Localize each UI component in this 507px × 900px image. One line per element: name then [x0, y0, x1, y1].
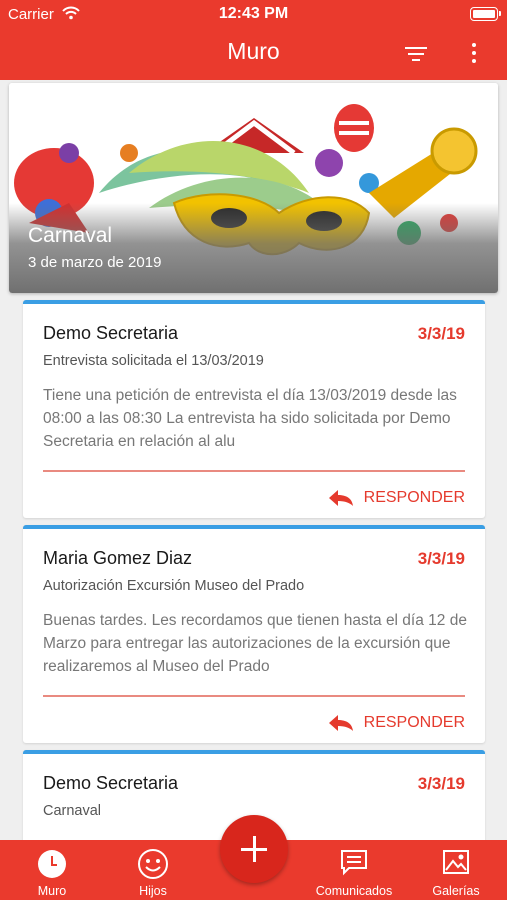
banner-date: 3 de marzo de 2019 [28, 254, 162, 271]
reply-button[interactable]: RESPONDER [328, 487, 465, 509]
card-date: 3/3/19 [417, 774, 465, 793]
tab-label: Hijos [139, 884, 167, 898]
reply-label: RESPONDER [363, 489, 465, 506]
reply-icon [328, 490, 353, 506]
tab-label: Muro [37, 884, 67, 898]
tab-galerias[interactable]: Galerías [418, 840, 494, 900]
tab-comunicados[interactable]: Comunicados [304, 840, 404, 900]
event-banner[interactable]: Carnaval 3 de marzo de 2019 [9, 83, 498, 293]
tab-label: Comunicados [315, 884, 393, 898]
message-card[interactable]: Demo Secretaria 3/3/19 Entrevista solici… [23, 300, 485, 518]
card-date: 3/3/19 [417, 324, 465, 343]
more-options-button[interactable] [462, 40, 486, 70]
card-divider [43, 470, 465, 472]
reply-button[interactable]: RESPONDER [328, 712, 465, 734]
message-card[interactable]: Maria Gomez Diaz 3/3/19 Autorización Exc… [23, 525, 485, 743]
tab-label: Galerías [432, 884, 480, 898]
card-body: Buenas tardes. Les recordamos que tienen… [43, 612, 467, 675]
clock-icon [38, 850, 66, 878]
card-subject: Entrevista solicitada el 13/03/2019 [43, 353, 264, 369]
card-sender: Maria Gomez Diaz [43, 548, 193, 568]
filter-button[interactable] [400, 40, 432, 70]
card-subject: Carnaval [43, 803, 102, 819]
chat-icon [341, 850, 367, 876]
banner-overlay [9, 203, 498, 293]
card-body: Tiene una petición de entrevista el día … [43, 387, 457, 450]
card-subject: Autorización Excursión Museo del Prado [43, 578, 305, 594]
card-sender: Demo Secretaria [43, 773, 179, 793]
card-sender: Demo Secretaria [43, 323, 179, 343]
status-bar: Carrier 12:43 PM [0, 0, 507, 30]
smiley-icon [138, 849, 168, 879]
image-icon [443, 850, 469, 874]
tab-muro[interactable]: Muro [22, 840, 82, 900]
card-date: 3/3/19 [417, 549, 465, 568]
card-divider [43, 695, 465, 697]
reply-label: RESPONDER [363, 714, 465, 731]
battery-icon [470, 7, 501, 21]
add-button[interactable] [220, 815, 288, 883]
tab-hijos[interactable]: Hijos [123, 840, 183, 900]
status-time: 12:43 PM [218, 5, 289, 22]
banner-title: Carnaval [28, 224, 113, 247]
app-header: Muro [0, 30, 507, 80]
reply-icon [328, 715, 353, 731]
